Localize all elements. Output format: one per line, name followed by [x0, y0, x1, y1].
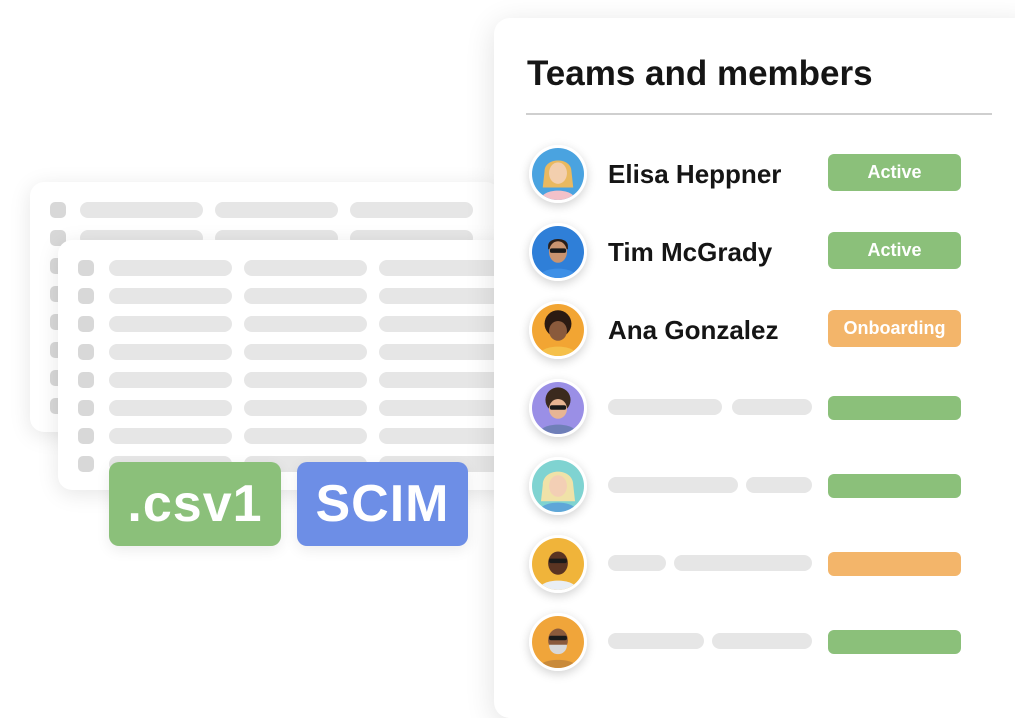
sheet-row [58, 344, 518, 360]
name-placeholder [712, 633, 812, 649]
scim-import-badge[interactable]: SCIM [297, 462, 468, 546]
member-row[interactable] [494, 613, 1015, 673]
row-marker [78, 316, 94, 332]
cell-placeholder [379, 344, 502, 360]
cell-placeholder [80, 202, 203, 218]
cell-placeholder [379, 428, 502, 444]
status-label: Active [867, 162, 922, 182]
sheet-row [58, 372, 518, 388]
status-badge [828, 396, 961, 420]
row-marker [78, 372, 94, 388]
cell-placeholder [379, 260, 502, 276]
sheet-row [58, 428, 518, 444]
row-marker [50, 202, 66, 218]
teams-panel: Teams and members Elisa Heppner Active T… [494, 18, 1015, 718]
status-badge: Onboarding [828, 310, 961, 347]
csv-label: .csv1 [127, 475, 263, 533]
cell-placeholder [109, 400, 232, 416]
cell-placeholder [244, 288, 367, 304]
member-name: Tim McGrady [608, 237, 773, 267]
cell-placeholder [109, 260, 232, 276]
cell-placeholder [109, 372, 232, 388]
person-avatar-icon [529, 613, 587, 671]
cell-placeholder [244, 260, 367, 276]
name-placeholder [674, 555, 812, 571]
cell-placeholder [244, 372, 367, 388]
name-placeholder [608, 399, 722, 415]
status-badge [828, 630, 961, 654]
cell-placeholder [109, 316, 232, 332]
row-marker [78, 456, 94, 472]
name-placeholder [732, 399, 812, 415]
cell-placeholder [215, 202, 338, 218]
cell-placeholder [244, 344, 367, 360]
status-badge: Active [828, 154, 961, 191]
row-marker [78, 400, 94, 416]
member-name: Elisa Heppner [608, 159, 782, 189]
person-avatar-icon [529, 301, 587, 359]
person-avatar-icon [529, 535, 587, 593]
cell-placeholder [244, 400, 367, 416]
member-row[interactable] [494, 457, 1015, 517]
name-placeholder [608, 555, 666, 571]
cell-placeholder [379, 400, 502, 416]
cell-placeholder [109, 288, 232, 304]
sheet-row [58, 288, 518, 304]
sheet-row [58, 316, 518, 332]
name-placeholder [746, 477, 812, 493]
row-marker [78, 260, 94, 276]
row-marker [78, 344, 94, 360]
member-row[interactable]: Tim McGrady Active [494, 223, 1015, 283]
status-label: Active [867, 240, 922, 260]
member-row[interactable] [494, 379, 1015, 439]
csv-import-badge[interactable]: .csv1 [109, 462, 281, 546]
cell-placeholder [109, 428, 232, 444]
name-placeholder [608, 477, 738, 493]
spreadsheet-front [58, 240, 518, 490]
cell-placeholder [379, 316, 502, 332]
name-placeholder [608, 633, 704, 649]
status-label: Onboarding [843, 318, 946, 338]
person-avatar-icon [529, 145, 587, 203]
member-name: Ana Gonzalez [608, 315, 779, 345]
row-marker [78, 428, 94, 444]
sheet-row [58, 400, 518, 416]
cell-placeholder [379, 288, 502, 304]
member-row[interactable] [494, 535, 1015, 595]
person-avatar-icon [529, 223, 587, 281]
panel-title: Teams and members [527, 54, 873, 93]
person-avatar-icon [529, 457, 587, 515]
scim-label: SCIM [315, 475, 450, 533]
person-avatar-icon [529, 379, 587, 437]
status-badge [828, 552, 961, 576]
sheet-row [58, 260, 518, 276]
cell-placeholder [350, 202, 473, 218]
divider [526, 113, 992, 115]
cell-placeholder [379, 372, 502, 388]
cell-placeholder [244, 428, 367, 444]
member-row[interactable]: Elisa Heppner Active [494, 145, 1015, 205]
status-badge: Active [828, 232, 961, 269]
member-row[interactable]: Ana Gonzalez Onboarding [494, 301, 1015, 361]
cell-placeholder [109, 344, 232, 360]
sheet-row [30, 202, 500, 218]
cell-placeholder [244, 316, 367, 332]
row-marker [78, 288, 94, 304]
status-badge [828, 474, 961, 498]
